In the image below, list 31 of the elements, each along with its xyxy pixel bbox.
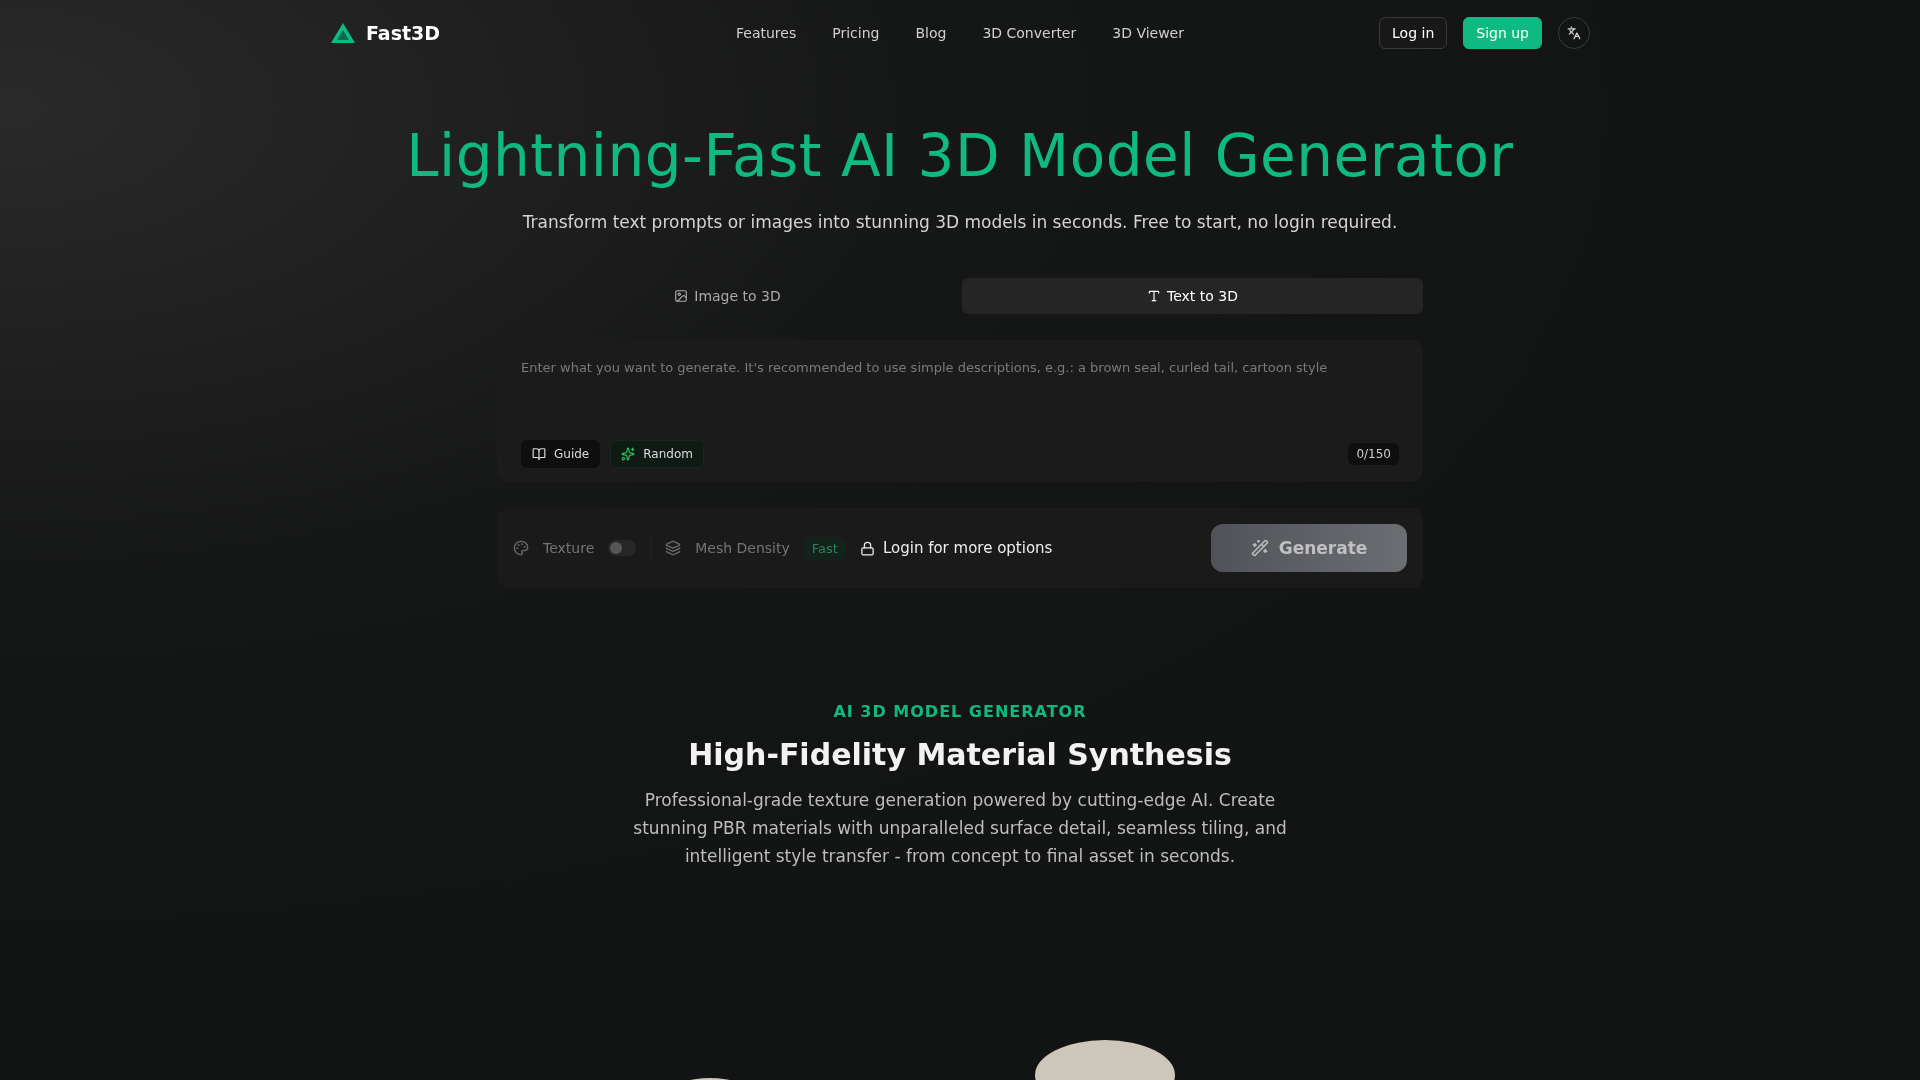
lock-icon (859, 540, 875, 556)
nav-link[interactable]: Features (736, 25, 797, 41)
palette-icon (513, 540, 529, 556)
prompt-field[interactable]: Enter what you want to generate. It's recommended to use simple descriptions, e.g.: a brown seal, curled tail, cartoon style (521, 360, 1399, 420)
section-text: Professional-grade texture generation powered by cutting-edge AI. Create stunning PBR materials with unparalleled surface detail, seamless tiling, and intelligent style transfer - from concept to final asset in seconds. (632, 789, 1288, 868)
nav-link[interactable]: 3D Converter (982, 25, 1077, 41)
nav-link[interactable]: Pricing (832, 25, 880, 41)
login-button[interactable]: Log in (1379, 17, 1448, 49)
layers-icon (665, 540, 682, 556)
section-eyebrow: AI 3D MODEL GENERATOR (833, 702, 1087, 721)
image-icon (674, 289, 689, 303)
mesh-density-label: Mesh Density (695, 540, 790, 556)
brand-name: Fast3D (366, 22, 441, 44)
character-count: 0/150 (1348, 443, 1399, 465)
prompt-box[interactable]: Enter what you want to generate. It's recommended to use simple descriptions, e.g.: a brown seal, curled tail, cartoon style Guide Random 0/150 (497, 340, 1423, 482)
book-icon (532, 447, 546, 461)
texture-label: Texture (543, 540, 595, 556)
mode-tab[interactable]: Image to 3D (497, 278, 958, 314)
section-heading: High-Fidelity Material Synthesis (688, 737, 1232, 772)
hero-subtitle: Transform text prompts or images into stunning 3D models in seconds. Free to start, no login required. (522, 212, 1398, 232)
random-button[interactable]: Random (610, 440, 704, 468)
hero-title: Lightning-Fast AI 3D Model Generator (406, 122, 1514, 190)
text-icon (1147, 289, 1161, 303)
sparkles-icon (621, 447, 636, 461)
logo-icon (330, 22, 356, 44)
wand-icon (1250, 539, 1269, 557)
mode-tab[interactable]: Text to 3D (962, 278, 1423, 314)
nav-link[interactable]: 3D Viewer (1112, 25, 1184, 41)
guide-button[interactable]: Guide (521, 440, 601, 468)
language-icon (1567, 26, 1581, 40)
nav-link[interactable]: Blog (915, 25, 947, 41)
